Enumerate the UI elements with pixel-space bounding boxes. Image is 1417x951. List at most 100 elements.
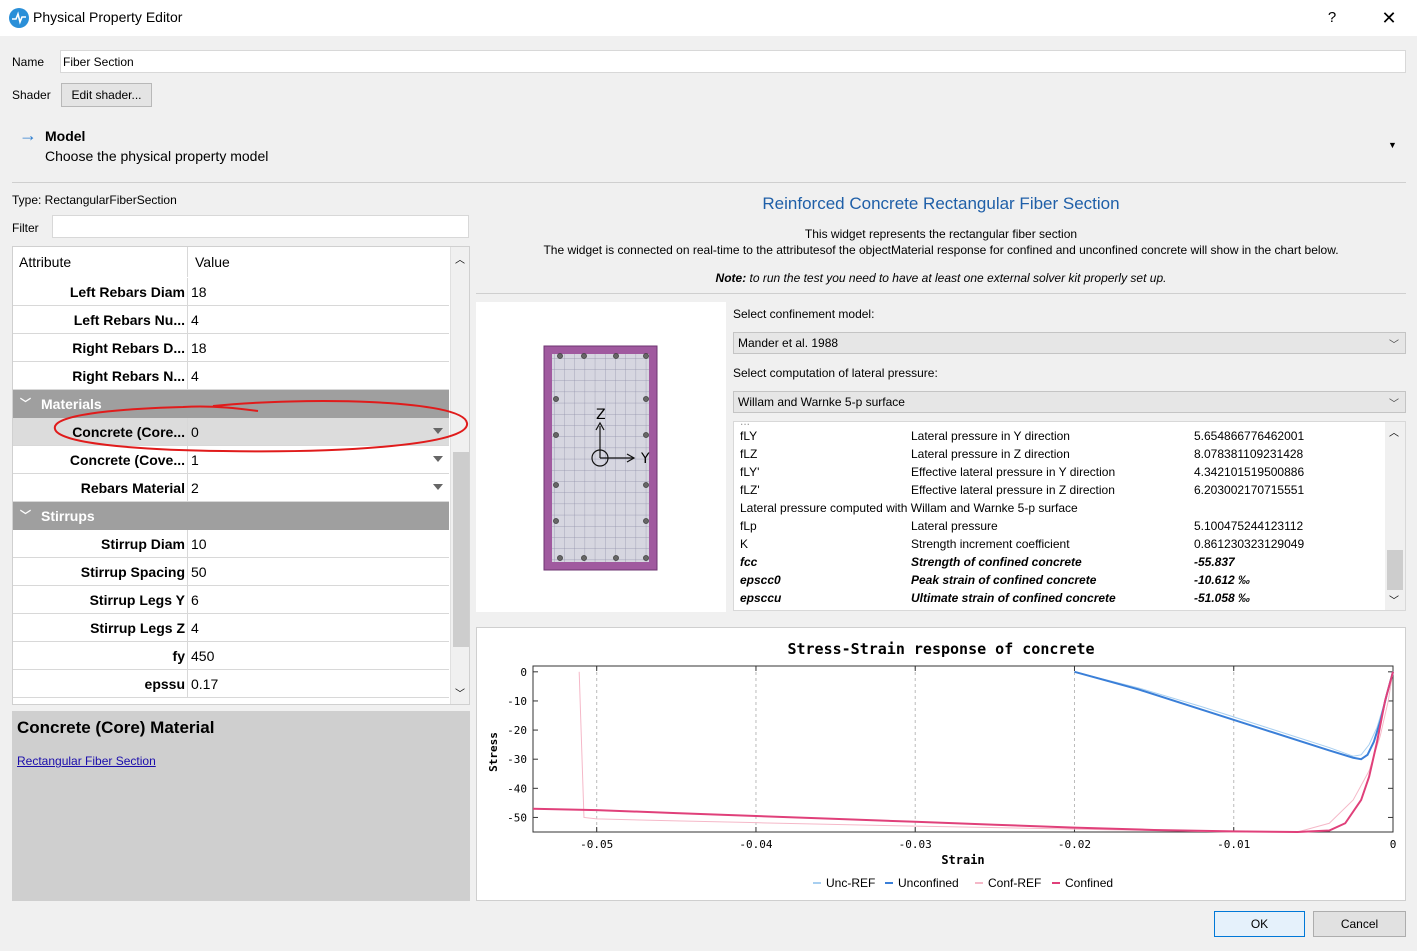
property-key: Stirrup Legs Z [13,614,188,642]
model-title[interactable]: Model [45,128,85,144]
property-row[interactable]: Stirrup Legs Z4 [13,614,449,642]
property-value[interactable]: 0.17 [189,670,449,698]
arrow-right-icon: → [19,125,37,145]
scroll-down-icon[interactable]: ﹀ [455,685,465,700]
results-row: fLY Lateral pressure in Y direction 5.6548… [740,429,1305,443]
property-key: epssu [13,670,188,698]
y-tick-label: -50 [507,811,527,824]
property-value[interactable]: 4 [189,614,449,642]
type-label: Type: RectangularFiberSection [12,193,177,207]
property-row[interactable]: Left Rebars Diam 18 [13,278,449,306]
property-key: fy [13,642,188,670]
divider [12,182,1406,183]
divider [476,293,1406,294]
widget-description: The widget is connected on real-time to … [543,243,1339,257]
property-value[interactable]: 10 [189,530,449,558]
y-tick-label: -30 [507,753,527,766]
cancel-button[interactable]: Cancel [1313,911,1406,937]
property-value[interactable]: 4 [189,362,449,390]
confinement-model-label: Select confinement model: [733,307,875,321]
edit-shader-button[interactable]: Edit shader... [61,83,152,107]
property-value[interactable]: 450 [189,642,449,670]
y-tick-label: -20 [507,724,527,737]
legend-label: Unc-REF [826,876,875,890]
property-value[interactable]: 2 [189,474,449,502]
title-bar [0,0,1417,36]
x-tick-label: -0.05 [580,838,613,851]
property-value[interactable]: 50 [189,558,449,586]
results-scrollbar[interactable]: ︿ ﹀ [1385,422,1405,610]
results-row: Lateral pressure computed with Willam an… [740,501,1078,515]
property-key: Left Rebars Diam [13,278,188,306]
chevron-down-icon[interactable]: ﹀ [20,502,31,530]
property-value[interactable]: 4 [189,306,449,334]
results-row: epscc0 Peak strain of confined concrete -1… [740,573,1251,587]
property-row[interactable]: Stirrup Legs Y6 [13,586,449,614]
header-attribute[interactable]: Attribute [13,247,188,277]
fiber-section-drawing: Z Y [543,345,658,571]
confinement-model-value: Mander et al. 1988 [738,336,839,350]
x-tick-label: -0.02 [1058,838,1091,851]
plot-frame [532,665,1394,833]
results-row: fLZ Lateral pressure in Z direction 8.0783… [740,447,1304,461]
property-row[interactable]: fy 450 [13,642,449,670]
scroll-down-icon[interactable]: ﹀ [1389,592,1399,607]
chevron-down-icon: ﹀ [1389,399,1399,410]
help-button[interactable]: ? [1320,6,1344,30]
y-tick-label: -40 [507,782,527,795]
property-key: Stirrup Spacing [13,558,188,586]
scroll-up-icon[interactable]: ︿ [1389,424,1399,439]
widget-description: This widget represents the rectangular f… [804,227,1078,241]
results-row: K Strength increment coefficient 0.8612303… [740,537,1305,551]
scroll-up-icon[interactable]: ︿ [455,251,465,266]
chevron-down-icon: ﹀ [1389,340,1399,351]
property-row[interactable]: epssu 0.17 [13,670,449,698]
property-key: Left Rebars Nu... [13,306,188,334]
legend-label: Confined [1065,876,1113,890]
lateral-pressure-select[interactable]: Willam and Warnke 5-p surface ﹀ [733,391,1406,413]
property-value[interactable]: 18 [189,278,449,306]
legend-label: Unconfined [898,876,959,890]
property-row[interactable]: Stirrup Diam 10 [13,530,449,558]
group-stirrups[interactable]: ﹀ Stirrups [13,502,449,530]
results-row: fcc Strength of confined concrete -55.837 [740,555,1235,569]
widget-title: Reinforced Concrete Rectangular Fiber Se… [762,194,1120,213]
x-tick-label: -0.04 [739,838,772,851]
filter-input[interactable] [52,215,469,238]
note-text: to run the test you need to have at leas… [746,271,1167,285]
property-row[interactable]: Right Rebars N... 4 [13,362,449,390]
property-row[interactable]: Left Rebars Nu... 4 [13,306,449,334]
chevron-down-icon[interactable]: ﹀ [20,390,31,418]
info-link[interactable]: Rectangular Fiber Section [17,754,156,768]
scrollbar-thumb[interactable] [453,452,469,647]
property-tree[interactable]: Attribute Value Left Rebars Diam 18 Left … [12,246,470,705]
confinement-model-select[interactable]: Mander et al. 1988 ﹀ [733,332,1406,354]
dropdown-arrow-icon[interactable] [433,484,443,490]
header-value[interactable]: Value [189,247,449,277]
property-row[interactable]: Right Rebars D... 18 [13,334,449,362]
property-value[interactable]: 6 [189,586,449,614]
scrollbar-thumb[interactable] [1387,550,1403,590]
app-icon [9,8,29,28]
x-tick-label: -0.03 [899,838,932,851]
model-subtitle[interactable]: Choose the physical property model [45,148,268,164]
chevron-down-icon[interactable]: ▼ [1388,140,1397,150]
ok-button[interactable]: OK [1214,911,1305,937]
name-input[interactable]: Fiber Section [60,50,1406,73]
close-button[interactable]: ✕ [1376,6,1402,30]
property-row[interactable]: Stirrup Spacing 50 [13,558,449,586]
results-row: fLp Lateral pressure 5.100475244123112 [740,519,1304,533]
property-value[interactable]: 18 [189,334,449,362]
legend-label: Conf-REF [988,876,1041,890]
chart-x-label: Strain [941,853,984,867]
info-panel: Concrete (Core) Material Rectangular Fib… [12,711,470,901]
axis-y-label: Y [640,451,650,467]
name-label: Name [12,55,45,69]
results-table[interactable]: ... fLY Lateral pressure in Y direction 5.… [733,421,1406,611]
results-row: fLZ' Effective lateral pressure in Z dire… [740,483,1305,497]
chart-title: Stress-Strain response of concrete [787,640,1094,658]
axis-z-label: Z [596,407,606,423]
property-row[interactable]: Rebars Material 2 [13,474,449,502]
tree-scrollbar[interactable]: ︿ ﹀ [450,247,469,704]
note-bold: Note: [715,271,747,285]
